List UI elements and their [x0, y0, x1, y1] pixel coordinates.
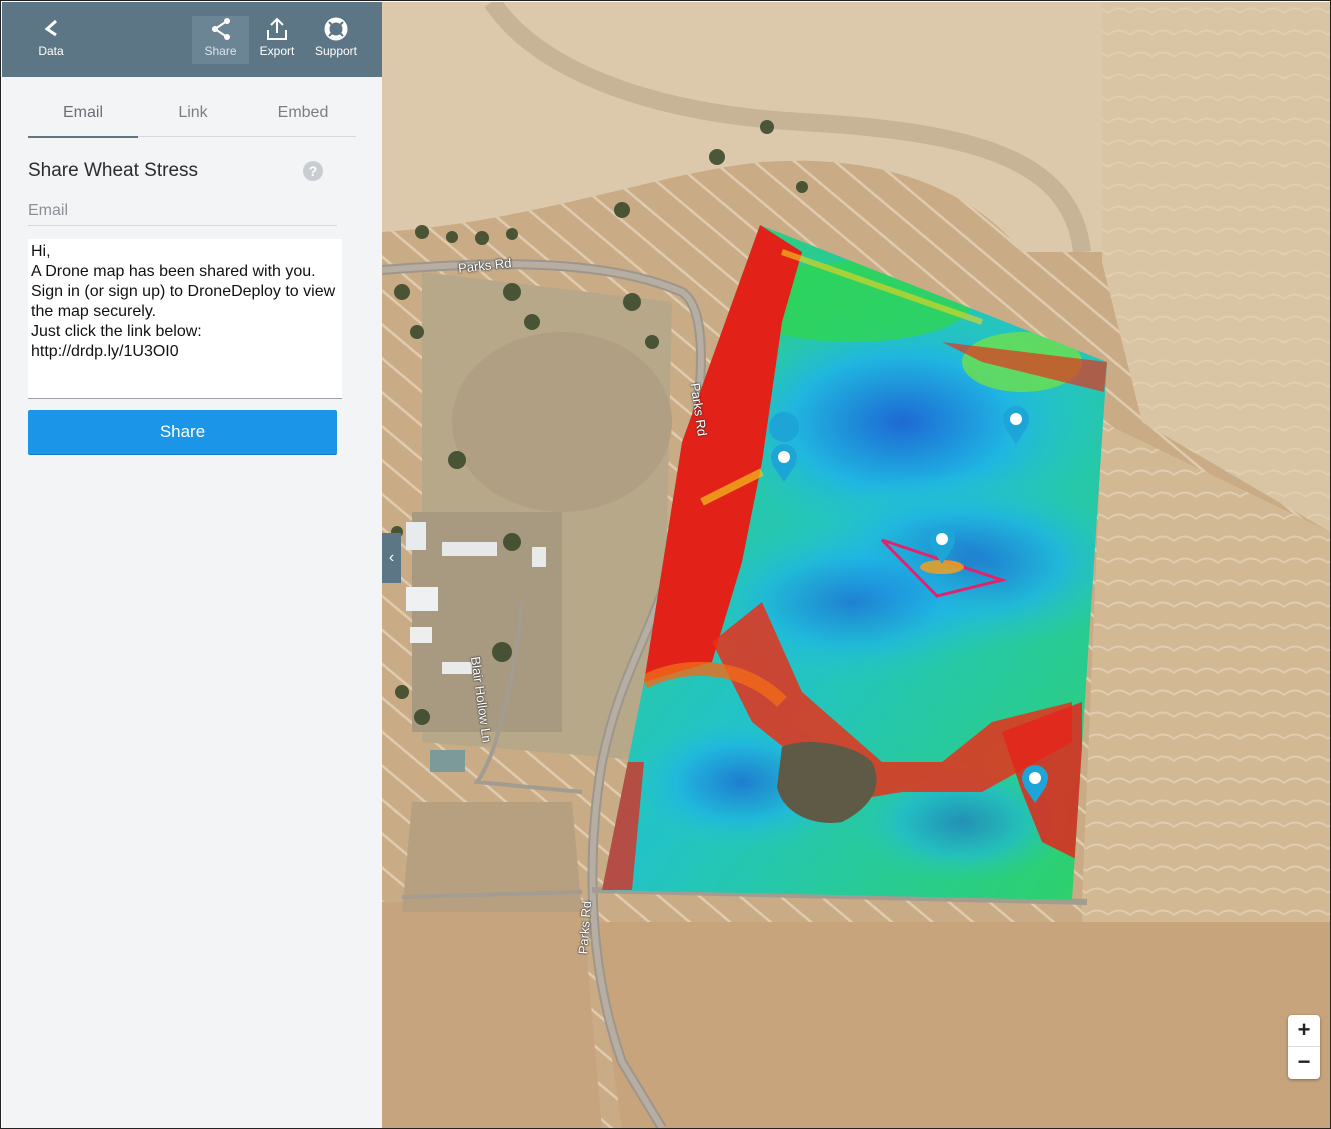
message-line: Hi,: [31, 243, 51, 260]
tab-link[interactable]: Link: [138, 94, 248, 136]
map-canvas: [382, 2, 1330, 1128]
app-frame: Data Share Export Support Email Link Emb…: [0, 0, 1331, 1129]
map-view[interactable]: Parks Rd Parks Rd Blair Hollow Ln Parks …: [382, 2, 1330, 1128]
tab-email[interactable]: Email: [28, 94, 138, 138]
collapse-sidebar-button[interactable]: ‹: [382, 533, 401, 583]
message-line: Sign in (or sign up) to DroneDeploy to v…: [31, 283, 336, 300]
back-to-data-button[interactable]: Data: [30, 16, 72, 64]
help-icon[interactable]: ?: [303, 161, 323, 181]
zoom-control: + −: [1288, 1015, 1320, 1079]
zoom-out-button[interactable]: −: [1288, 1047, 1320, 1078]
share-tabs: Email Link Embed: [28, 94, 358, 138]
export-button[interactable]: Export: [254, 16, 300, 64]
back-label: Data: [38, 44, 64, 58]
message-line: the map securely.: [31, 303, 157, 320]
support-label: Support: [314, 44, 358, 58]
support-button[interactable]: Support: [308, 16, 364, 64]
zoom-in-button[interactable]: +: [1288, 1015, 1320, 1047]
export-label: Export: [259, 44, 295, 58]
share-sidebar: Data Share Export Support Email Link Emb…: [2, 2, 382, 1128]
share-title: Share Wheat Stress: [28, 160, 199, 181]
export-icon: [267, 17, 287, 40]
lifebuoy-icon: [324, 17, 348, 41]
message-line: Just click the link below:: [31, 323, 202, 340]
top-toolbar: Data Share Export Support: [2, 2, 382, 77]
email-field[interactable]: [28, 197, 337, 226]
share-icon: [211, 18, 230, 40]
tab-embed[interactable]: Embed: [248, 94, 358, 136]
message-line: http://drdp.ly/1U3OI0: [31, 343, 179, 360]
share-toolbar-label: Share: [204, 44, 237, 58]
share-toolbar-button[interactable]: Share: [192, 16, 249, 64]
share-button[interactable]: Share: [28, 410, 337, 455]
chevron-left-icon: [44, 19, 57, 37]
message-line: A Drone map has been shared with you.: [31, 263, 316, 280]
message-textarea[interactable]: Hi, A Drone map has been shared with you…: [28, 239, 342, 399]
